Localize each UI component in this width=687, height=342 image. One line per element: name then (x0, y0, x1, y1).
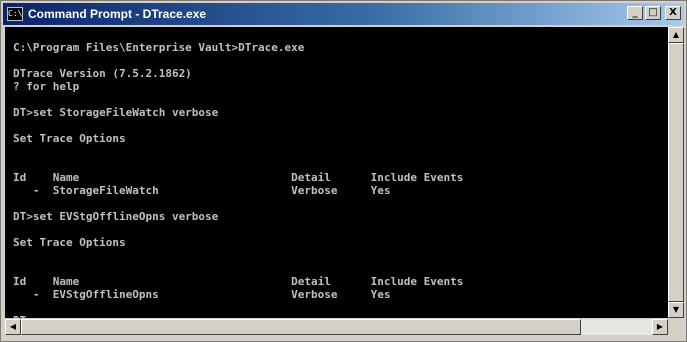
console-app-icon[interactable]: C:\ (7, 7, 23, 21)
close-button[interactable]: X (665, 6, 681, 20)
horizontal-scrollbar[interactable]: ◀ ▶ (5, 319, 668, 335)
scroll-left-button[interactable]: ◀ (5, 319, 21, 335)
console-output[interactable]: C:\Program Files\Enterprise Vault>DTrace… (5, 27, 668, 318)
vertical-scroll-thumb[interactable] (668, 43, 684, 302)
command-prompt-window: C:\ Command Prompt - DTrace.exe _ □ X C:… (0, 0, 687, 342)
vertical-scrollbar[interactable]: ▲ ▼ (668, 27, 684, 318)
console-text[interactable]: C:\Program Files\Enterprise Vault>DTrace… (13, 41, 668, 318)
window-title: Command Prompt - DTrace.exe (28, 7, 207, 21)
window-controls: _ □ X (627, 6, 681, 20)
maximize-button[interactable]: □ (645, 6, 661, 20)
title-bar[interactable]: C:\ Command Prompt - DTrace.exe _ □ X (3, 3, 684, 25)
minimize-button[interactable]: _ (627, 6, 643, 20)
scroll-up-button[interactable]: ▲ (668, 27, 684, 43)
scrollbar-corner (668, 319, 684, 335)
horizontal-scroll-thumb[interactable] (21, 319, 581, 335)
scroll-right-button[interactable]: ▶ (652, 319, 668, 335)
scroll-down-button[interactable]: ▼ (668, 302, 684, 318)
